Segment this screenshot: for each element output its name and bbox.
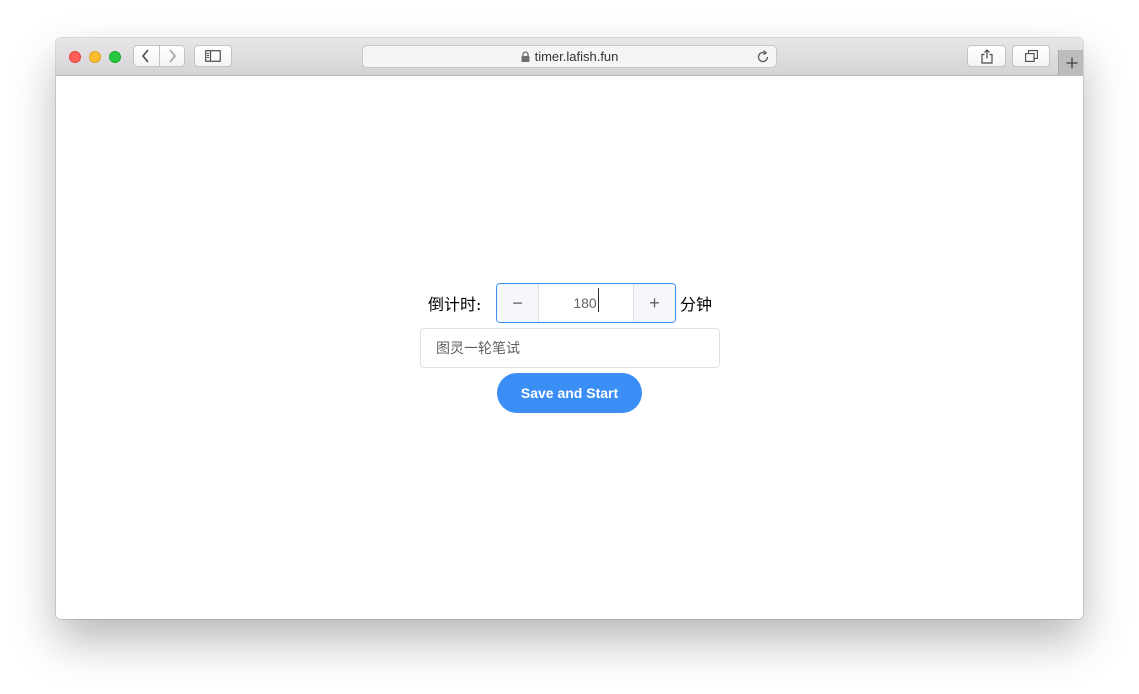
back-button[interactable] — [134, 46, 160, 66]
countdown-label: 倒计时: — [428, 295, 482, 314]
minus-icon: − — [512, 292, 523, 313]
close-window-button[interactable] — [69, 51, 81, 63]
minimize-window-button[interactable] — [89, 51, 101, 63]
page-content: 倒计时: − 180 + 分钟 图灵一轮笔试 Save and Start — [56, 76, 1083, 619]
timer-title-value: 图灵一轮笔试 — [436, 340, 520, 356]
browser-toolbar: timer.lafish.fun — [56, 38, 1083, 76]
lock-icon — [521, 50, 530, 62]
url-text: timer.lafish.fun — [534, 49, 619, 64]
tabs-icon — [1024, 50, 1038, 62]
tabs-overview-button[interactable] — [1012, 45, 1050, 67]
navigation-buttons — [133, 45, 185, 67]
text-caret — [597, 288, 599, 312]
sidebar-button[interactable] — [194, 45, 232, 67]
address-bar[interactable]: timer.lafish.fun — [362, 45, 777, 68]
plus-icon — [1066, 57, 1077, 69]
minutes-unit-label: 分钟 — [680, 295, 713, 314]
chevron-right-icon — [169, 49, 176, 63]
save-and-start-button[interactable]: Save and Start — [497, 373, 642, 413]
share-icon — [980, 48, 993, 64]
minutes-value: 180 — [573, 295, 597, 311]
increment-button[interactable]: + — [633, 284, 675, 322]
minutes-input[interactable]: 180 — [539, 284, 633, 322]
countdown-row: 倒计时: − 180 + 分钟 — [428, 283, 712, 323]
timer-title-input[interactable]: 图灵一轮笔试 — [420, 328, 720, 368]
maximize-window-button[interactable] — [109, 51, 121, 63]
browser-window: timer.lafish.fun 倒计时: − 180 + 分钟 图灵一轮笔试 … — [56, 38, 1083, 619]
decrement-button[interactable]: − — [497, 284, 539, 322]
share-button[interactable] — [967, 45, 1006, 67]
chevron-left-icon — [142, 49, 149, 63]
forward-button[interactable] — [160, 46, 185, 66]
sidebar-icon — [205, 50, 221, 62]
new-tab-button[interactable] — [1058, 50, 1083, 76]
plus-icon: + — [649, 292, 660, 313]
save-and-start-label: Save and Start — [520, 385, 619, 401]
reload-icon[interactable] — [755, 49, 771, 65]
minutes-stepper: − 180 + — [496, 283, 676, 323]
